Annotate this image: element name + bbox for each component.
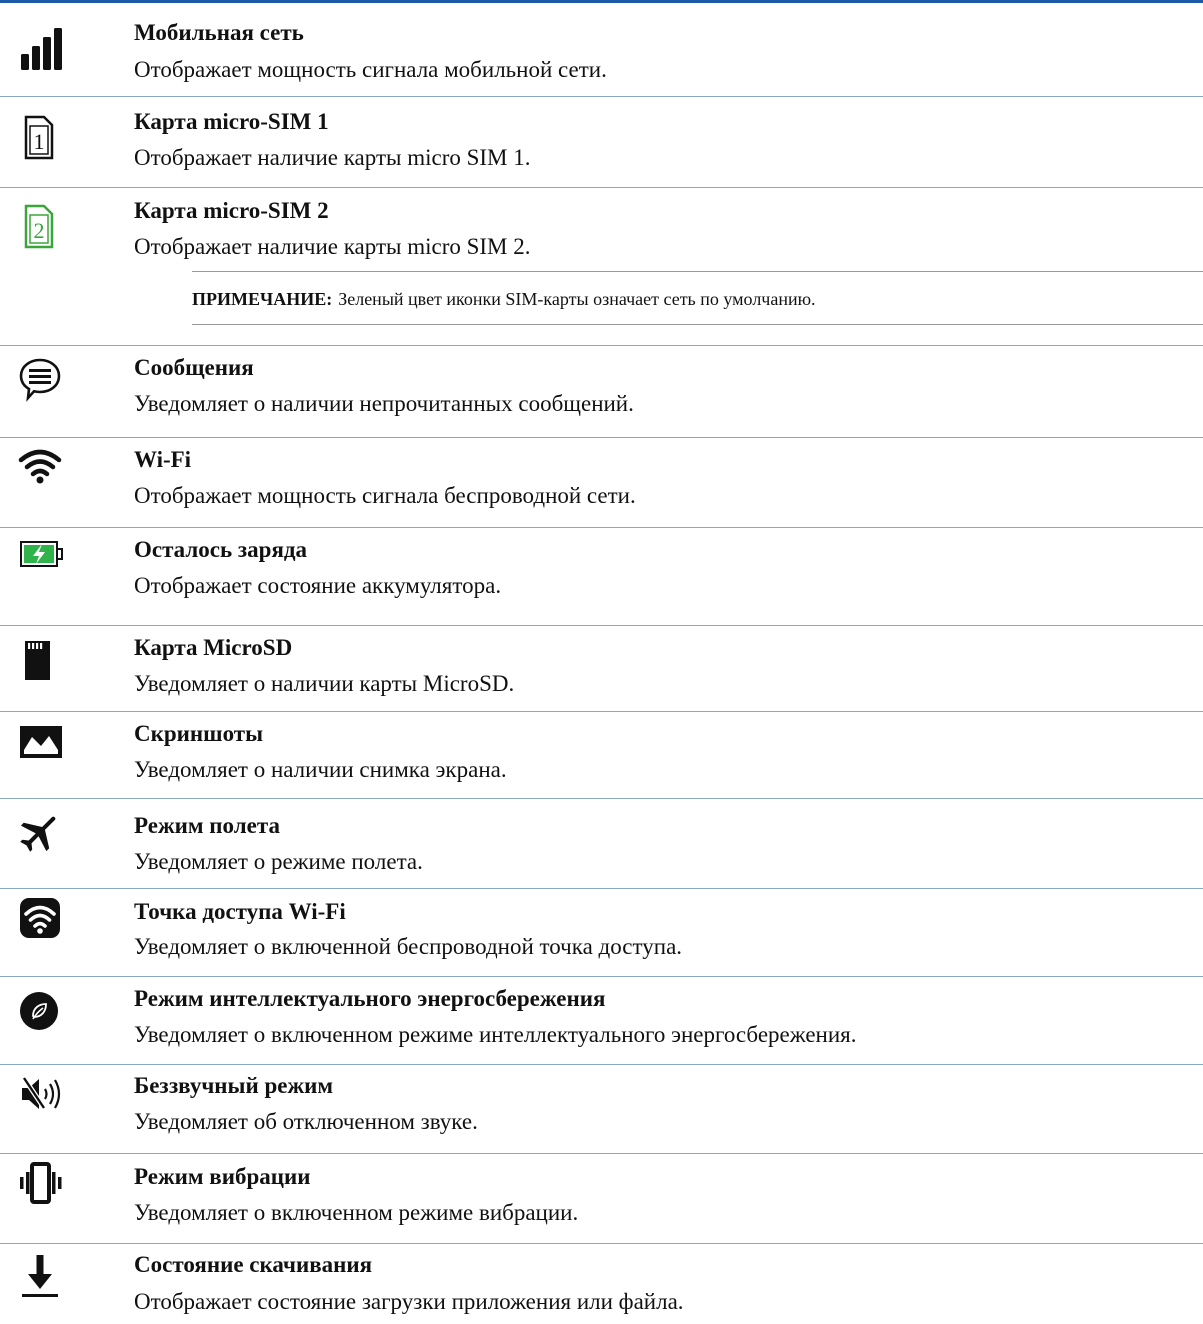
separator	[0, 527, 1203, 528]
item-description: Уведомляет о режиме полета.	[134, 849, 423, 874]
note-label: ПРИМЕЧАНИЕ:	[192, 289, 333, 309]
cellular-signal-icon	[18, 26, 66, 74]
item-description: Отображает состояние загрузки приложения…	[134, 1289, 684, 1314]
download-icon	[18, 1252, 66, 1300]
item-description: Уведомляет о наличии карты MicroSD.	[134, 671, 515, 696]
item-title: Wi-Fi	[134, 447, 192, 472]
separator	[0, 798, 1203, 799]
item-description: Уведомляет о включенном режиме вибрации.	[134, 1200, 579, 1225]
svg-text:1: 1	[34, 129, 45, 154]
item-title: Карта micro-SIM 1	[134, 109, 329, 134]
item-description: Уведомляет о включенном режиме интеллект…	[134, 1022, 857, 1047]
item-description: Уведомляет об отключенном звуке.	[134, 1109, 478, 1134]
battery-charging-icon	[18, 530, 66, 578]
item-description: Уведомляет о наличии непрочитанных сообщ…	[134, 391, 634, 416]
separator	[0, 96, 1203, 97]
separator	[0, 976, 1203, 977]
separator	[0, 187, 1203, 188]
separator	[0, 437, 1203, 438]
note-box: ПРИМЕЧАНИЕ: Зеленый цвет иконки SIM-карты…	[192, 271, 1203, 325]
item-title: Точка доступа Wi-Fi	[134, 899, 346, 924]
item-title: Сообщения	[134, 355, 254, 380]
item-description: Отображает мощность сигнала беспроводной…	[134, 483, 636, 508]
separator	[0, 1243, 1203, 1244]
item-title: Скриншоты	[134, 721, 264, 746]
item-description: Уведомляет о включенной беспроводной точ…	[134, 934, 683, 959]
sim-2-icon: 2	[18, 203, 66, 251]
microsd-card-icon	[18, 638, 66, 686]
top-rule	[0, 0, 1203, 3]
messages-icon	[18, 356, 66, 404]
silent-mode-icon	[18, 1072, 66, 1120]
item-description: Отображает наличие карты micro SIM 1.	[134, 145, 531, 170]
item-title: Осталось заряда	[134, 537, 308, 562]
note-text: Зеленый цвет иконки SIM-карты означает с…	[338, 289, 816, 309]
item-description: Отображает наличие карты micro SIM 2.	[134, 234, 531, 259]
item-title: Режим полета	[134, 813, 280, 838]
item-title: Режим интеллектуального энергосбережения	[134, 986, 606, 1011]
wifi-hotspot-icon	[18, 896, 66, 944]
item-title: Карта micro-SIM 2	[134, 198, 329, 223]
power-saving-icon	[18, 990, 66, 1038]
separator	[0, 1064, 1203, 1065]
screenshot-icon	[18, 720, 66, 768]
item-description: Отображает состояние аккумулятора.	[134, 573, 502, 598]
item-title: Состояние скачивания	[134, 1252, 373, 1277]
separator	[0, 711, 1203, 712]
sim-1-icon: 1	[18, 114, 66, 162]
item-title: Карта MicroSD	[134, 635, 293, 660]
svg-text:2: 2	[34, 218, 45, 243]
vibration-mode-icon	[18, 1160, 66, 1208]
separator	[0, 1153, 1203, 1154]
separator	[0, 345, 1203, 346]
airplane-icon	[18, 810, 66, 858]
separator	[0, 888, 1203, 889]
separator	[0, 625, 1203, 626]
item-title: Мобильная сеть	[134, 20, 304, 45]
item-title: Режим вибрации	[134, 1164, 311, 1189]
wifi-icon	[18, 443, 66, 491]
item-title: Беззвучный режим	[134, 1073, 334, 1098]
item-description: Уведомляет о наличии снимка экрана.	[134, 757, 507, 782]
note: ПРИМЕЧАНИЕ: Зеленый цвет иконки SIM-карты…	[192, 288, 816, 310]
item-description: Отображает мощность сигнала мобильной се…	[134, 57, 607, 82]
